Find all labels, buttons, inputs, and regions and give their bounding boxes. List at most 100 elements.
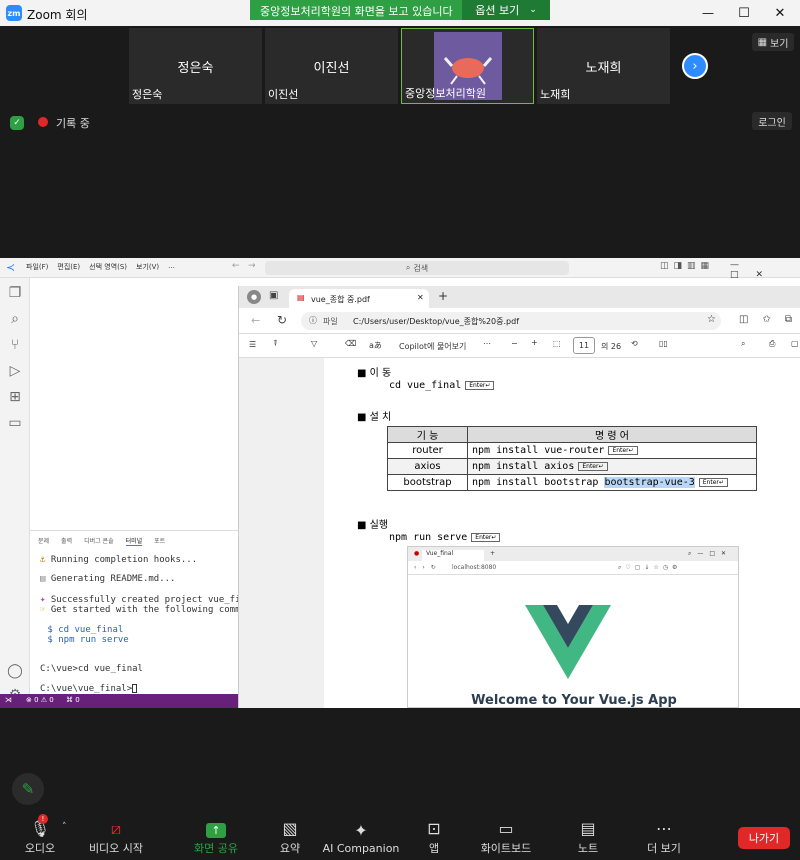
- menu-edit[interactable]: 편집(E): [57, 262, 80, 272]
- enter-key-icon: Enter↵: [608, 445, 638, 455]
- audio-options-chevron-icon[interactable]: ˄: [62, 822, 67, 832]
- ai-companion-button[interactable]: ✦ AI Companion: [320, 815, 402, 859]
- explorer-icon[interactable]: ❐: [0, 280, 30, 306]
- terminal-line: ✦ Successfully created project vue_final…: [40, 595, 263, 605]
- read-aloud-icon[interactable]: aあ: [369, 340, 382, 351]
- profile-icon[interactable]: ●: [247, 290, 261, 304]
- tab-problems[interactable]: 문제: [38, 536, 49, 546]
- participant-name: 정은숙: [177, 60, 214, 76]
- contents-icon[interactable]: ☰: [249, 340, 256, 349]
- view-button[interactable]: ▦ 보기: [752, 33, 794, 51]
- grid-icon: ▦: [757, 36, 768, 48]
- audio-button[interactable]: 🎙! 오디오: [0, 814, 80, 859]
- pdf-icon: ▤: [297, 293, 305, 302]
- page-number-input[interactable]: 11: [573, 337, 595, 354]
- tab-actions-icon[interactable]: ▣: [269, 290, 278, 301]
- highlight-icon[interactable]: ▽: [311, 339, 317, 348]
- maximize-button[interactable]: ☐: [726, 0, 762, 26]
- erase-icon[interactable]: ⌫: [345, 339, 356, 348]
- back-icon[interactable]: ←: [251, 314, 260, 327]
- next-page-icon[interactable]: ›: [682, 53, 708, 79]
- remote-explorer-icon[interactable]: ▭: [0, 410, 30, 436]
- tab-debug-console[interactable]: 디버그 콘솔: [84, 536, 114, 546]
- nav-forward-icon[interactable]: →: [248, 261, 256, 271]
- search-icon[interactable]: ⌕: [0, 306, 30, 332]
- whiteboard-button[interactable]: ▭ 화이트보드: [466, 815, 546, 859]
- terminal-panel: 문제 출력 디버그 콘솔 터미널 포트 ⚓ Running completion…: [30, 530, 268, 694]
- annotate-pencil-icon[interactable]: ✎: [12, 773, 44, 805]
- zoom-out-icon[interactable]: −: [511, 339, 518, 348]
- vscode-titlebar: ≺ 파일(F) 편집(E) 선택 영역(S) 보기(V) ... ← → ⌕ 검…: [0, 258, 800, 280]
- tab-output[interactable]: 출력: [61, 536, 72, 546]
- vue-welcome-heading: Welcome to Your Vue.js App: [471, 693, 677, 708]
- more-icon[interactable]: ⋯: [483, 339, 491, 348]
- command-table: 기 능 명 령 어 router npm install vue-router E…: [387, 426, 757, 491]
- close-button[interactable]: ✕: [762, 0, 798, 26]
- embedded-screenshot: ● Vue_final + ⌕—□✕ ‹›↻ localhost:8080 ⌕♡…: [407, 546, 739, 708]
- sparkle-icon: ✦: [354, 820, 368, 840]
- save-icon[interactable]: ▢: [791, 339, 799, 348]
- shield-icon[interactable]: ✓: [10, 116, 24, 130]
- apps-button[interactable]: ⊡ 앱: [394, 815, 474, 859]
- table-header: 명 령 어: [467, 426, 757, 443]
- table-header: 기 능: [387, 426, 468, 443]
- tab-ports[interactable]: 포트: [154, 536, 165, 546]
- terminal-line: $ npm run serve: [42, 635, 129, 645]
- two-page-icon[interactable]: ▯▯: [659, 339, 668, 348]
- enter-key-icon: Enter↵: [471, 532, 501, 542]
- account-icon[interactable]: ◯: [0, 658, 30, 684]
- refresh-icon[interactable]: ↻: [277, 313, 287, 327]
- ai-label: AI Companion: [322, 841, 400, 855]
- search-label: 검색: [413, 263, 429, 273]
- layout-icons[interactable]: ◫◨▥▦: [660, 261, 714, 271]
- problems-status[interactable]: ⊗ 0 ⚠ 0: [26, 696, 54, 704]
- menu-selection[interactable]: 선택 영역(S): [89, 262, 127, 272]
- participant-tile-active[interactable]: 중앙정보처리학원: [401, 28, 534, 104]
- url-bar[interactable]: ⓘ 파일 C:/Users/user/Desktop/vue_종합%20중.pd…: [301, 312, 721, 330]
- crab-avatar-icon: [443, 57, 493, 85]
- minimize-button[interactable]: —: [690, 0, 726, 26]
- zoom-in-icon[interactable]: +: [531, 338, 538, 347]
- source-control-icon[interactable]: ⑂: [0, 332, 30, 358]
- terminal-line: ▤ Generating README.md...: [40, 574, 176, 584]
- browser-tab[interactable]: ▤ vue_종합 중.pdf ✕: [289, 289, 429, 308]
- participant-tile[interactable]: 정은숙 정은숙: [129, 28, 262, 104]
- tab-close-icon[interactable]: ✕: [417, 293, 424, 302]
- browser-extension-icons[interactable]: ◫✩⧉: [739, 314, 800, 325]
- nav-back-icon[interactable]: ←: [232, 261, 240, 271]
- more-button[interactable]: ⋯ 더 보기: [624, 815, 704, 859]
- apps-label: 앱: [428, 842, 440, 855]
- command-search[interactable]: ⌕ 검색: [265, 261, 569, 275]
- participant-tile[interactable]: 이진선 이진선: [265, 28, 398, 104]
- menu-more[interactable]: ...: [168, 262, 175, 272]
- tab-terminal[interactable]: 터미널: [125, 536, 143, 546]
- leave-button[interactable]: 나가기: [738, 827, 790, 849]
- terminal-prompt[interactable]: C:\vue\vue_final>: [40, 684, 138, 694]
- activity-bar: ❐ ⌕ ⑂ ▷ ⊞ ▭ ◯ ⚙: [0, 278, 30, 703]
- more-label: 더 보기: [647, 842, 681, 855]
- video-button[interactable]: ⧄ 비디오 시작: [76, 815, 156, 859]
- favorite-star-icon[interactable]: ☆: [707, 314, 716, 325]
- vscode-window-controls[interactable]: —□✕: [730, 260, 800, 280]
- remote-icon[interactable]: ⋊: [5, 696, 12, 704]
- search-pdf-icon[interactable]: ⌕: [741, 339, 745, 349]
- summary-button[interactable]: ▧ 요약: [250, 815, 330, 859]
- login-button[interactable]: 로그인: [752, 112, 792, 130]
- print-icon[interactable]: ⎙: [769, 339, 775, 349]
- share-screen-button[interactable]: ↑ 화면 공유: [176, 815, 256, 859]
- participant-label: 정은숙: [132, 88, 163, 101]
- ports-status[interactable]: ⌘ 0: [66, 696, 80, 704]
- fit-page-icon[interactable]: ⬚: [553, 339, 561, 348]
- extensions-icon[interactable]: ⊞: [0, 384, 30, 410]
- draw-icon[interactable]: ⍒: [273, 339, 278, 349]
- microphone-icon: 🎙!: [29, 814, 51, 838]
- notes-button[interactable]: ▤ 노트: [548, 815, 628, 859]
- participant-tile[interactable]: 노재희 노재희: [537, 28, 670, 104]
- new-tab-icon[interactable]: +: [438, 289, 448, 303]
- menu-file[interactable]: 파일(F): [26, 262, 48, 272]
- copilot-button[interactable]: Copilot에 물어보기: [399, 341, 466, 352]
- run-debug-icon[interactable]: ▷: [0, 358, 30, 384]
- view-options-button[interactable]: 옵션 보기 ⌄: [462, 0, 550, 20]
- menu-view[interactable]: 보기(V): [136, 262, 159, 272]
- rotate-icon[interactable]: ⟲: [631, 339, 638, 348]
